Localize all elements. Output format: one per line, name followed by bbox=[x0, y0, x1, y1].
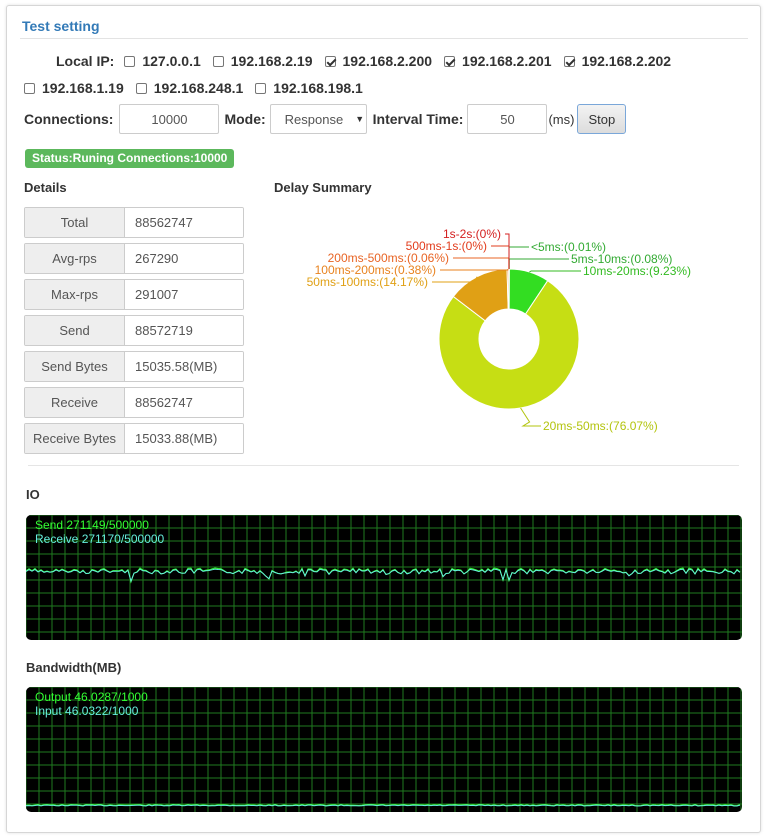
io-send-text: Send 271149/500000 bbox=[35, 518, 149, 532]
ip-option-7[interactable]: 192.168.198.1 bbox=[255, 80, 363, 96]
details-value: 88572719 bbox=[125, 316, 243, 345]
details-value: 88562747 bbox=[125, 388, 243, 417]
bandwidth-oscilloscope: Output 46.0287/1000 Input 46.0322/1000 bbox=[26, 687, 742, 812]
ip-checkbox[interactable] bbox=[255, 82, 267, 94]
details-row: Receive Bytes 15033.88(MB) bbox=[24, 423, 244, 454]
local-ip-label: Local IP: bbox=[56, 53, 115, 69]
local-ip-row-2: 192.168.1.19 192.168.248.1 192.168.198.1 bbox=[24, 80, 375, 96]
details-title: Details bbox=[24, 180, 67, 195]
details-key: Total bbox=[25, 208, 125, 237]
ip-checkbox[interactable] bbox=[124, 55, 136, 67]
ip-label: 192.168.248.1 bbox=[153, 80, 244, 96]
details-value: 15035.58(MB) bbox=[125, 352, 243, 381]
details-table: Total 88562747 Avg-rps 267290 Max-rps 291007 S… bbox=[24, 207, 244, 459]
ip-checkbox[interactable] bbox=[444, 55, 456, 67]
ip-checkbox[interactable] bbox=[24, 82, 35, 94]
details-key: Send bbox=[25, 316, 125, 345]
details-key: Send Bytes bbox=[25, 352, 125, 381]
config-row: Connections: Mode: Response ▼ Interval T… bbox=[24, 104, 627, 134]
connections-label: Connections: bbox=[24, 111, 114, 127]
mode-value: Response bbox=[284, 111, 344, 127]
ip-checkbox[interactable] bbox=[212, 55, 224, 67]
ip-label: 192.168.2.19 bbox=[230, 53, 313, 69]
ip-label: 192.168.2.200 bbox=[342, 53, 433, 69]
ip-option-2[interactable]: 192.168.2.200 bbox=[324, 53, 433, 69]
status-badge: Status:Runing Connections:10000 bbox=[25, 149, 235, 168]
ip-option-6[interactable]: 192.168.248.1 bbox=[135, 80, 244, 96]
title-divider bbox=[20, 38, 748, 39]
details-key: Receive bbox=[25, 388, 125, 417]
ip-option-3[interactable]: 192.168.2.201 bbox=[444, 53, 552, 69]
details-row: Total 88562747 bbox=[24, 207, 244, 238]
bandwidth-input-text: Input 46.0322/1000 bbox=[35, 704, 139, 718]
details-row: Max-rps 291007 bbox=[24, 279, 244, 310]
details-row: Receive 88562747 bbox=[24, 387, 244, 418]
ip-label: 192.168.1.19 bbox=[42, 80, 124, 96]
io-oscilloscope: Send 271149/500000 Receive 271170/500000 bbox=[26, 515, 742, 640]
details-row: Send 88572719 bbox=[24, 315, 244, 346]
details-value: 291007 bbox=[125, 280, 243, 309]
section-divider bbox=[28, 465, 739, 466]
ip-option-0[interactable]: 127.0.0.1 bbox=[124, 53, 201, 69]
ip-checkbox[interactable] bbox=[135, 82, 147, 94]
delay-summary-title: Delay Summary bbox=[274, 180, 372, 195]
details-row: Send Bytes 15035.58(MB) bbox=[24, 351, 244, 382]
ip-checkbox[interactable] bbox=[563, 55, 575, 67]
details-key: Avg-rps bbox=[25, 244, 125, 273]
ip-label: 127.0.0.1 bbox=[142, 53, 201, 69]
mode-select[interactable]: Response ▼ bbox=[269, 104, 367, 134]
io-title: IO bbox=[26, 487, 40, 502]
ip-option-5[interactable]: 192.168.1.19 bbox=[24, 80, 124, 96]
details-value: 267290 bbox=[125, 244, 243, 273]
interval-label: Interval Time: bbox=[372, 111, 464, 127]
io-receive-text: Receive 271170/500000 bbox=[35, 532, 165, 546]
details-key: Max-rps bbox=[25, 280, 125, 309]
details-key: Receive Bytes bbox=[25, 424, 125, 453]
ip-label: 192.168.2.202 bbox=[581, 53, 672, 69]
ip-option-1[interactable]: 192.168.2.19 bbox=[212, 53, 313, 69]
interval-input[interactable] bbox=[467, 104, 548, 134]
chevron-down-icon: ▼ bbox=[355, 114, 365, 124]
connections-input[interactable] bbox=[119, 104, 220, 134]
mode-label: Mode: bbox=[224, 111, 266, 127]
bandwidth-output-text: Output 46.0287/1000 bbox=[35, 690, 148, 704]
local-ip-row-1: Local IP: 127.0.0.1 192.168.2.19 192.168… bbox=[56, 53, 683, 69]
ip-checkbox[interactable] bbox=[324, 55, 336, 67]
interval-unit: (ms) bbox=[548, 111, 575, 127]
panel-title: Test setting bbox=[22, 18, 100, 34]
bandwidth-title: Bandwidth(MB) bbox=[26, 660, 122, 675]
ip-option-4[interactable]: 192.168.2.202 bbox=[563, 53, 672, 69]
details-row: Avg-rps 267290 bbox=[24, 243, 244, 274]
details-value: 15033.88(MB) bbox=[125, 424, 243, 453]
ip-label: 192.168.198.1 bbox=[273, 80, 363, 96]
ip-label: 192.168.2.201 bbox=[462, 53, 552, 69]
stop-button[interactable]: Stop bbox=[577, 104, 627, 134]
details-value: 88562747 bbox=[125, 208, 243, 237]
